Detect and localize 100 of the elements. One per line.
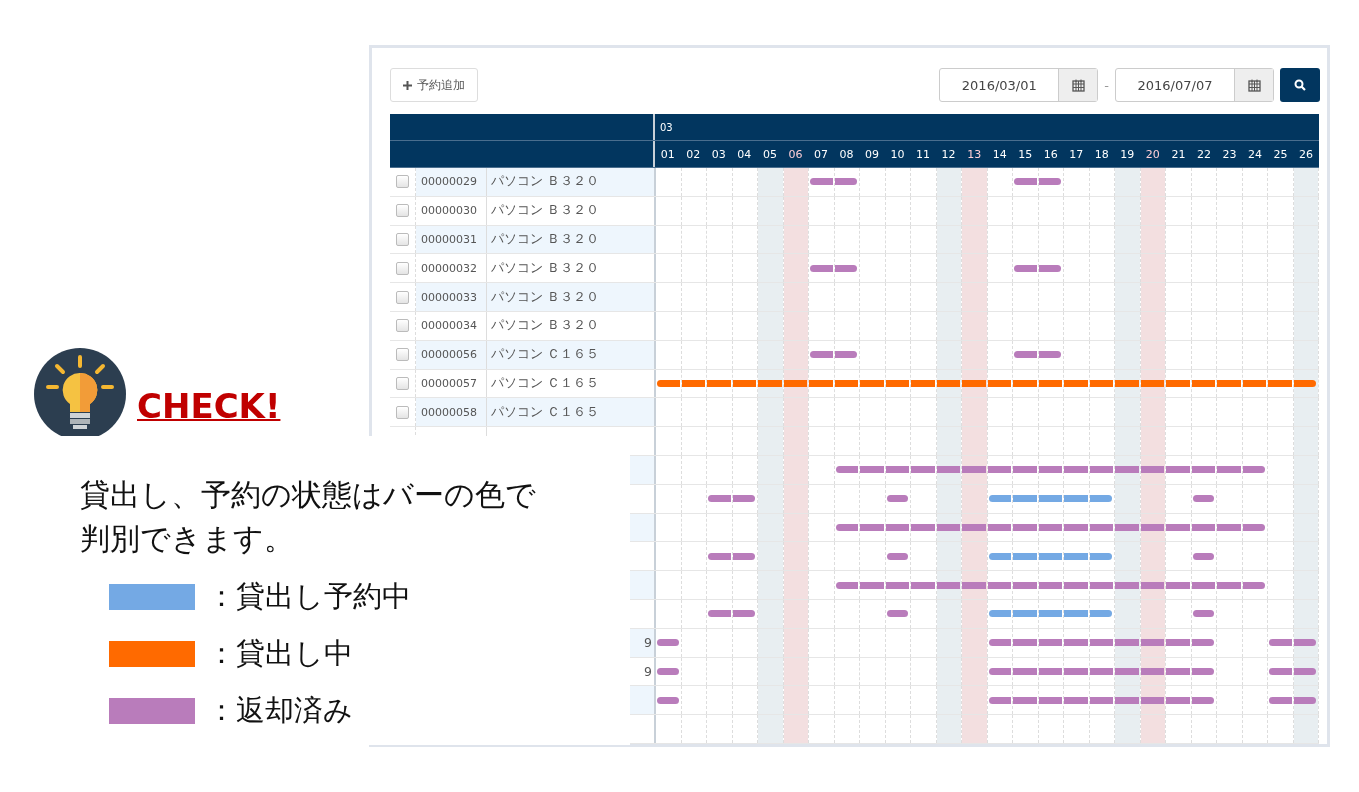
returned-bar[interactable]	[1115, 466, 1139, 474]
returned-bar[interactable]	[962, 581, 986, 589]
returned-bar[interactable]	[1115, 523, 1139, 531]
returned-bar[interactable]	[1038, 523, 1062, 531]
returned-bar[interactable]	[1064, 581, 1088, 589]
reserved-bar[interactable]	[1038, 610, 1062, 618]
returned-bar[interactable]	[1191, 466, 1215, 474]
returned-bar[interactable]	[1217, 581, 1241, 589]
reserved-bar[interactable]	[1089, 495, 1112, 503]
returned-bar[interactable]	[657, 696, 679, 704]
returned-bar[interactable]	[1115, 667, 1139, 675]
lending-bar[interactable]	[1293, 379, 1316, 387]
lending-bar[interactable]	[1064, 379, 1088, 387]
lending-bar[interactable]	[962, 379, 986, 387]
returned-bar[interactable]	[1013, 696, 1037, 704]
reserved-bar[interactable]	[1013, 552, 1037, 560]
returned-bar[interactable]	[1269, 696, 1292, 704]
returned-bar[interactable]	[1166, 466, 1190, 474]
returned-bar[interactable]	[1140, 696, 1164, 704]
returned-bar[interactable]	[1038, 178, 1061, 186]
lending-bar[interactable]	[758, 379, 782, 387]
returned-bar[interactable]	[1038, 667, 1062, 675]
returned-bar[interactable]	[1166, 696, 1190, 704]
returned-bar[interactable]	[1191, 639, 1214, 647]
returned-bar[interactable]	[1191, 523, 1215, 531]
reserved-bar[interactable]	[988, 552, 1011, 560]
lending-bar[interactable]	[681, 379, 705, 387]
returned-bar[interactable]	[988, 639, 1011, 647]
returned-bar[interactable]	[1038, 581, 1062, 589]
reserved-bar[interactable]	[988, 610, 1011, 618]
reserved-bar[interactable]	[1089, 610, 1112, 618]
returned-bar[interactable]	[1038, 351, 1061, 359]
returned-bar[interactable]	[1013, 667, 1037, 675]
returned-bar[interactable]	[988, 667, 1011, 675]
returned-bar[interactable]	[860, 466, 884, 474]
lending-bar[interactable]	[732, 379, 756, 387]
returned-bar[interactable]	[1140, 639, 1164, 647]
returned-bar[interactable]	[1064, 466, 1088, 474]
returned-bar[interactable]	[1192, 552, 1214, 560]
returned-bar[interactable]	[1140, 523, 1164, 531]
lending-bar[interactable]	[1115, 379, 1139, 387]
returned-bar[interactable]	[1014, 351, 1037, 359]
returned-bar[interactable]	[1293, 696, 1316, 704]
reserved-bar[interactable]	[1089, 552, 1112, 560]
row-checkbox[interactable]	[396, 204, 409, 218]
returned-bar[interactable]	[1217, 466, 1241, 474]
returned-bar[interactable]	[1064, 667, 1088, 675]
row-checkbox[interactable]	[396, 376, 409, 390]
row-checkbox[interactable]	[396, 261, 409, 275]
lending-bar[interactable]	[657, 379, 680, 387]
lending-bar[interactable]	[936, 379, 960, 387]
returned-bar[interactable]	[1140, 581, 1164, 589]
returned-bar[interactable]	[1014, 264, 1037, 272]
calendar-icon[interactable]	[1058, 69, 1098, 101]
returned-bar[interactable]	[911, 466, 935, 474]
returned-bar[interactable]	[708, 495, 731, 503]
lending-bar[interactable]	[707, 379, 731, 387]
returned-bar[interactable]	[1191, 581, 1215, 589]
reserved-bar[interactable]	[1064, 610, 1088, 618]
returned-bar[interactable]	[1089, 523, 1113, 531]
returned-bar[interactable]	[1242, 523, 1265, 531]
returned-bar[interactable]	[1064, 696, 1088, 704]
returned-bar[interactable]	[962, 523, 986, 531]
row-checkbox[interactable]	[396, 348, 409, 362]
lending-bar[interactable]	[1140, 379, 1164, 387]
lending-bar[interactable]	[1166, 379, 1190, 387]
returned-bar[interactable]	[1242, 466, 1265, 474]
returned-bar[interactable]	[657, 667, 679, 675]
returned-bar[interactable]	[936, 523, 960, 531]
returned-bar[interactable]	[1089, 639, 1113, 647]
reserved-bar[interactable]	[1013, 495, 1037, 503]
returned-bar[interactable]	[987, 466, 1011, 474]
end-date-field[interactable]: 2016/07/07	[1115, 68, 1274, 102]
returned-bar[interactable]	[1089, 667, 1113, 675]
returned-bar[interactable]	[732, 610, 755, 618]
lending-bar[interactable]	[860, 379, 884, 387]
returned-bar[interactable]	[1140, 466, 1164, 474]
lending-bar[interactable]	[1191, 379, 1215, 387]
returned-bar[interactable]	[1166, 639, 1190, 647]
returned-bar[interactable]	[860, 523, 884, 531]
returned-bar[interactable]	[1115, 696, 1139, 704]
returned-bar[interactable]	[936, 581, 960, 589]
add-reservation-button[interactable]: 予約追加	[390, 68, 478, 102]
returned-bar[interactable]	[987, 523, 1011, 531]
reserved-bar[interactable]	[1038, 552, 1062, 560]
returned-bar[interactable]	[1115, 581, 1139, 589]
search-button[interactable]	[1280, 68, 1320, 102]
returned-bar[interactable]	[1089, 581, 1113, 589]
returned-bar[interactable]	[834, 351, 857, 359]
returned-bar[interactable]	[886, 495, 908, 503]
returned-bar[interactable]	[835, 581, 858, 589]
returned-bar[interactable]	[1014, 178, 1037, 186]
lending-bar[interactable]	[834, 379, 858, 387]
lending-bar[interactable]	[783, 379, 807, 387]
returned-bar[interactable]	[1089, 466, 1113, 474]
returned-bar[interactable]	[810, 178, 833, 186]
row-checkbox[interactable]	[396, 405, 409, 419]
lending-bar[interactable]	[1242, 379, 1266, 387]
returned-bar[interactable]	[1269, 667, 1292, 675]
reserved-bar[interactable]	[988, 495, 1011, 503]
